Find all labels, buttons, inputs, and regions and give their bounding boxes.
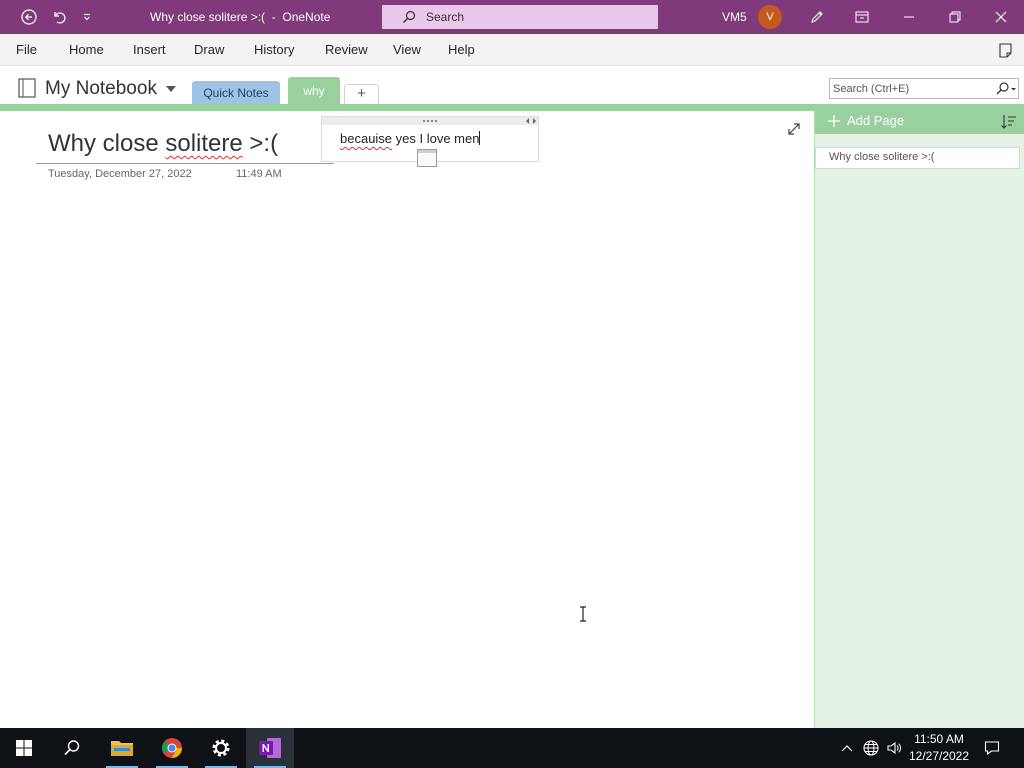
menu-draw[interactable]: Draw [194,34,224,66]
user-name[interactable]: VM5 [722,0,747,34]
avatar[interactable]: V [758,5,782,29]
title-underline [36,163,334,164]
menu-bar: File Home Insert Draw History Review Vie… [0,34,1024,66]
show-hidden-icons-icon[interactable] [838,728,856,768]
text-caret [479,131,481,145]
search-icon[interactable] [992,81,1018,96]
start-icon[interactable] [0,728,48,768]
taskbar: 11:50 AM 12/27/2022 [0,728,1024,768]
settings-gear-icon[interactable] [197,728,245,768]
minimize-icon[interactable] [894,0,924,34]
restore-icon[interactable] [940,0,970,34]
note-text-rest: yes I love men [392,131,480,146]
notebook-dropdown-icon[interactable] [163,77,179,101]
page-list-item-title: Why close solitere >:( [829,151,935,163]
page-title-part: Why close [48,130,166,157]
note-text[interactable]: becauise yes I love men [340,131,481,146]
page-list-pane: Add Page Why close solitere >:( [814,111,1024,728]
quick-access-dropdown-icon[interactable] [78,0,96,34]
section-tab-why[interactable]: why [288,77,340,105]
note-misspelled-word: becauise [340,131,393,146]
menu-home[interactable]: Home [69,34,104,66]
volume-icon[interactable] [884,728,904,768]
search-icon [403,10,416,23]
page-canvas[interactable]: Why close solitere >:( Tuesday, December… [0,111,814,728]
close-icon[interactable] [986,0,1016,34]
plus-icon [828,115,840,127]
page-title[interactable]: Why close solitere >:( [48,130,278,158]
file-explorer-icon[interactable] [98,728,146,768]
note-container-handle[interactable] [322,117,538,125]
menu-insert[interactable]: Insert [133,34,166,66]
page-time: 11:49 AM [236,168,282,180]
window-title: Why close solitere >:( - OneNote [150,10,331,24]
page-title-misspelled-word: solitere [165,130,243,157]
onenote-taskbar-icon[interactable] [246,728,294,768]
page-title-part: >:( [242,130,279,157]
text-cursor-icon [578,606,588,627]
page-date: Tuesday, December 27, 2022 [48,168,192,180]
chrome-icon[interactable] [148,728,196,768]
taskbar-search-icon[interactable] [48,728,96,768]
network-globe-icon[interactable] [861,728,881,768]
ribbon-display-icon[interactable] [848,0,876,34]
notes-search-input[interactable]: Search (Ctrl+E) [829,78,1019,99]
menu-view[interactable]: View [393,34,421,66]
notebook-name[interactable]: My Notebook [45,78,157,100]
add-page-button[interactable]: Add Page [815,111,1024,134]
sticky-notes-icon[interactable] [994,34,1016,66]
clock-time: 11:50 AM [914,732,964,746]
page-list-item[interactable]: Why close solitere >:( [815,147,1020,169]
notes-search-placeholder: Search (Ctrl+E) [833,82,910,95]
title-bar: Why close solitere >:( - OneNote Search … [0,0,1024,34]
notebook-icon[interactable] [14,76,40,100]
menu-history[interactable]: History [254,34,294,66]
add-section-button[interactable]: + [344,84,379,104]
section-tab-quick-notes[interactable]: Quick Notes [192,81,280,105]
taskbar-clock[interactable]: 11:50 AM 12/27/2022 [904,731,974,765]
add-page-label: Add Page [847,113,905,128]
menu-file[interactable]: File [16,34,37,66]
notifications-icon[interactable] [980,728,1004,768]
paste-options-icon[interactable] [417,149,437,167]
sort-pages-icon[interactable] [1000,113,1018,131]
search-placeholder: Search [426,10,465,24]
section-color-strip [0,104,1024,111]
notebook-bar: My Notebook Quick Notes why + Search (Ct… [0,66,1024,111]
clock-date: 12/27/2022 [908,749,970,763]
full-page-view-icon[interactable] [786,121,802,137]
search-box[interactable]: Search [382,5,658,29]
resize-handle-icon[interactable] [526,118,536,124]
pen-icon[interactable] [806,0,828,34]
menu-review[interactable]: Review [325,34,368,66]
back-icon[interactable] [16,0,42,34]
undo-icon[interactable] [46,0,72,34]
menu-help[interactable]: Help [448,34,475,66]
